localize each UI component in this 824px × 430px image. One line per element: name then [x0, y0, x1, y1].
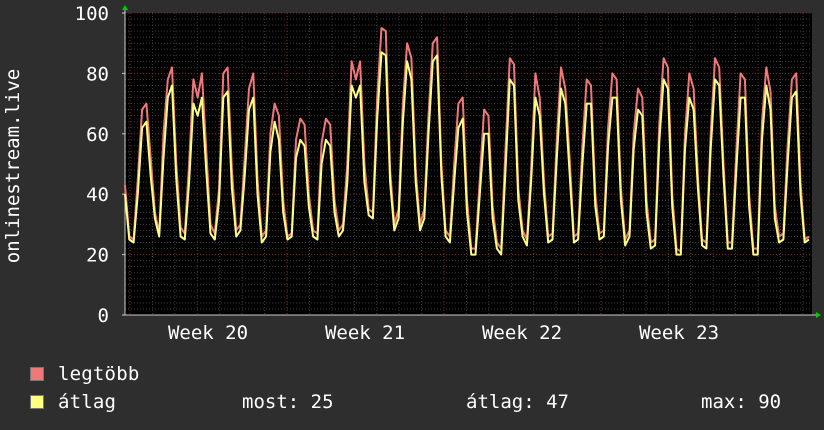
stat-average-label: átlag: — [466, 391, 535, 413]
y-axis-arrow — [122, 5, 128, 10]
stat-max-label: max: — [701, 391, 747, 413]
y-tick-label: 80 — [86, 63, 109, 85]
y-axis-label: onlinestream.live — [2, 69, 24, 263]
x-axis-arrow — [816, 312, 821, 318]
y-tick-label: 100 — [75, 3, 109, 25]
stat-current: most: 25 — [242, 391, 334, 413]
x-tick-label: Week 23 — [639, 322, 719, 344]
legend-item-max: legtöbb — [30, 363, 140, 385]
stat-max: max: 90 — [701, 391, 781, 413]
legend-swatch-max — [30, 367, 44, 381]
stat-max-value: 90 — [758, 391, 782, 413]
legend-swatch-avg — [30, 395, 44, 409]
legend-label-avg: átlag — [58, 391, 117, 413]
x-tick-label: Week 22 — [482, 322, 562, 344]
y-tick-label: 0 — [98, 305, 109, 327]
stat-average-value: 47 — [546, 391, 569, 413]
legend-label-max: legtöbb — [58, 363, 140, 385]
legend-item-avg: átlag — [30, 391, 117, 413]
graph-image: 0 20 40 60 80 100 Week 20 Week 21 Week 22 Week 23… — [0, 0, 824, 430]
y-tick-label: 60 — [86, 124, 109, 146]
stat-current-value: 25 — [310, 391, 334, 413]
x-tick-label: Week 20 — [168, 322, 248, 344]
stat-average: átlag: 47 — [466, 391, 569, 413]
stat-current-label: most: — [242, 391, 300, 413]
x-tick-label: Week 21 — [325, 322, 405, 344]
line-chart: 0 20 40 60 80 100 Week 20 Week 21 Week 22 Week 23… — [2, 3, 821, 344]
y-tick-label: 40 — [86, 184, 109, 206]
y-tick-label: 20 — [86, 245, 109, 267]
